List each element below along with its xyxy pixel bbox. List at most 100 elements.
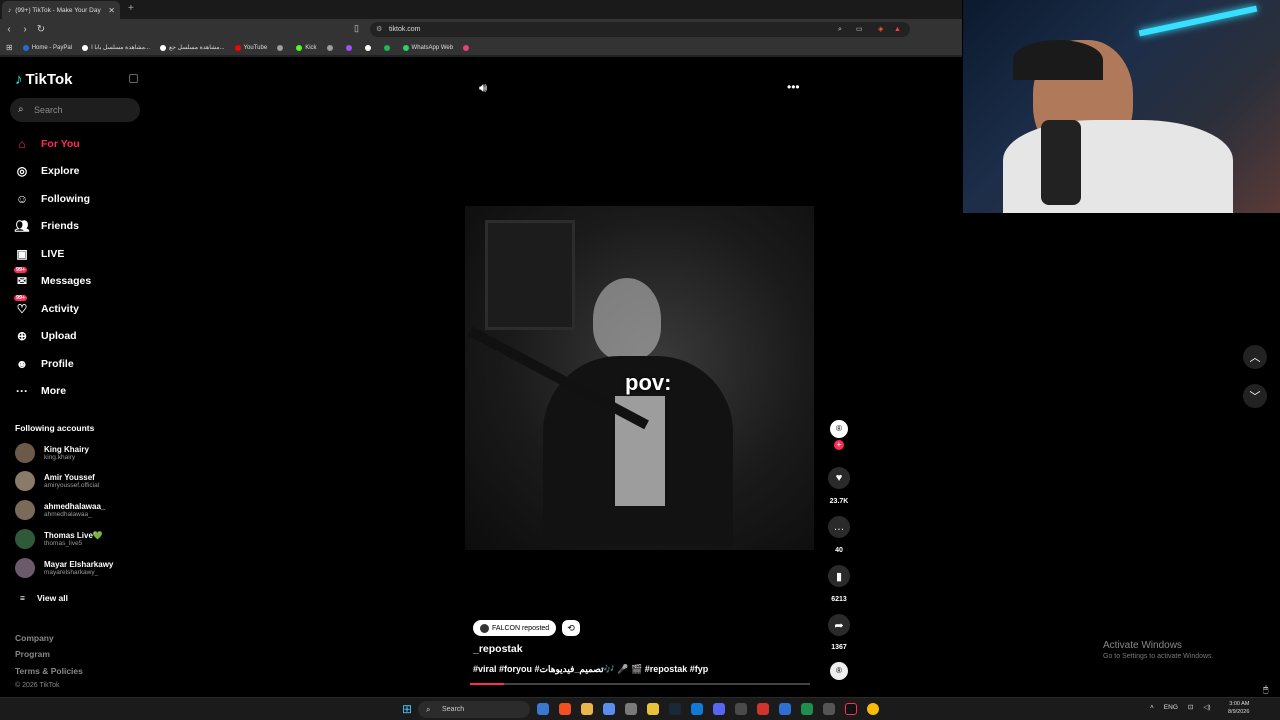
new-tab-icon[interactable]: + bbox=[128, 3, 134, 14]
music-disc-icon[interactable]: ® bbox=[830, 662, 848, 680]
nav-item-for-you[interactable]: ⌂ For You bbox=[13, 135, 79, 153]
nav-item-upload[interactable]: ⊕ Upload bbox=[13, 327, 77, 345]
bookmark-item[interactable]: YouTube bbox=[234, 44, 267, 51]
repost-chip[interactable]: FALCON reposted bbox=[473, 620, 557, 636]
account-handle: king.khairy bbox=[44, 454, 76, 461]
next-video-button[interactable]: ﹀ bbox=[1243, 384, 1267, 408]
nav-item-following[interactable]: ☺ Following bbox=[13, 190, 90, 208]
notification-badge: 99+ bbox=[14, 267, 28, 273]
bookmark-item[interactable] bbox=[345, 44, 355, 51]
following-account[interactable]: King Khairy king.khairy bbox=[15, 443, 89, 463]
speaker-icon[interactable]: ◁) bbox=[1203, 703, 1210, 711]
bookmark-item[interactable]: Home - PayPal bbox=[22, 44, 73, 51]
copilot-icon[interactable] bbox=[537, 703, 549, 715]
adobe-icon[interactable] bbox=[757, 703, 769, 715]
bookmark-item[interactable] bbox=[326, 44, 336, 51]
apps-grid-icon[interactable]: ⊞ bbox=[6, 43, 13, 52]
bookmark-save-icon: ▮ bbox=[835, 570, 843, 583]
brave-shield-icon[interactable]: ◈ bbox=[878, 22, 883, 37]
store-icon[interactable] bbox=[603, 703, 615, 715]
brave-rewards-icon[interactable]: ▲ bbox=[894, 22, 901, 37]
bookmark-item[interactable]: مشاهدة مسلسل بابا ا... bbox=[82, 44, 150, 51]
logo-text: TikTok bbox=[25, 71, 73, 88]
cast-icon[interactable]: ▭ bbox=[856, 22, 863, 37]
bookmark-label: Home - PayPal bbox=[31, 44, 73, 51]
bookmark-icon[interactable]: ▯ bbox=[354, 23, 359, 34]
collapse-sidebar-icon[interactable] bbox=[129, 74, 138, 83]
share-icon: ➦ bbox=[834, 619, 844, 632]
video-author[interactable]: _repostak bbox=[473, 643, 523, 655]
site-info-icon[interactable]: ⚙ bbox=[376, 22, 382, 37]
activate-windows-subtitle: Go to Settings to activate Windows. bbox=[1103, 653, 1214, 660]
nav-item-live[interactable]: ▣ LIVE bbox=[13, 245, 64, 263]
following-account[interactable]: Mayar Elsharkawy mayarelsharkawy_ bbox=[15, 558, 113, 578]
save-button[interactable]: ▮ bbox=[828, 565, 850, 587]
repost-icon[interactable]: ⟲ bbox=[562, 620, 580, 636]
excel-icon[interactable] bbox=[801, 703, 813, 715]
upload-icon: ⊕ bbox=[16, 329, 28, 343]
network-icon[interactable]: ⊡ bbox=[1188, 703, 1193, 711]
bookmark-item[interactable] bbox=[383, 44, 393, 51]
zoom-icon[interactable]: ⌕ bbox=[838, 22, 842, 37]
discord-icon[interactable] bbox=[713, 703, 725, 715]
chrome-icon[interactable] bbox=[867, 703, 879, 715]
video-progress-bar[interactable] bbox=[470, 683, 810, 685]
following-account[interactable]: Thomas Live💚 thomas_live5 bbox=[15, 529, 103, 549]
app-icon[interactable] bbox=[647, 703, 659, 715]
clock-date: 8/9/2026 bbox=[1228, 709, 1250, 715]
nav-label: More bbox=[41, 385, 67, 397]
comment-button[interactable]: … bbox=[828, 516, 850, 538]
file-explorer-icon[interactable] bbox=[581, 703, 593, 715]
bookmark-favicon-icon bbox=[160, 44, 167, 51]
more-options-icon[interactable]: ••• bbox=[787, 80, 800, 94]
close-tab-icon[interactable]: ✕ bbox=[108, 6, 115, 15]
share-button[interactable]: ➦ bbox=[828, 614, 850, 636]
like-button[interactable]: ♥ bbox=[828, 467, 850, 489]
bookmark-favicon-icon bbox=[402, 44, 409, 51]
word-icon[interactable] bbox=[779, 703, 791, 715]
bookmark-favicon-icon bbox=[364, 44, 371, 51]
bookmark-item[interactable] bbox=[463, 44, 472, 51]
volume-icon[interactable]: 🔊︎ bbox=[479, 80, 487, 96]
steam-icon[interactable] bbox=[669, 703, 681, 715]
view-all-button[interactable]: ≡ View all bbox=[20, 593, 68, 603]
terminal-icon[interactable] bbox=[823, 703, 835, 715]
forward-icon[interactable]: › bbox=[18, 24, 32, 35]
windows-start-icon[interactable]: ⊞ bbox=[402, 702, 412, 716]
follow-plus-icon[interactable]: + bbox=[834, 440, 844, 450]
taskbar-search[interactable]: ⌕ Search bbox=[418, 701, 530, 718]
language-indicator[interactable]: ENG bbox=[1164, 704, 1178, 711]
bookmark-item[interactable]: Kick bbox=[296, 44, 317, 51]
browser-tab[interactable]: ♪ (99+) TikTok - Make Your Day ✕ bbox=[2, 1, 120, 19]
footer-link[interactable]: Terms & Policies bbox=[15, 666, 83, 676]
nav-item-explore[interactable]: ◎ Explore bbox=[13, 162, 80, 180]
following-account[interactable]: Amir Youssef amiryoussef.official bbox=[15, 471, 99, 491]
back-icon[interactable]: ‹ bbox=[2, 24, 16, 35]
tiktok-taskbar-icon[interactable] bbox=[845, 703, 857, 715]
reload-icon[interactable]: ↻ bbox=[34, 24, 48, 35]
footer-link[interactable]: Program bbox=[15, 649, 50, 659]
nav-item-messages[interactable]: ✉ 99+ Messages bbox=[13, 267, 91, 290]
edge-icon[interactable] bbox=[691, 703, 703, 715]
tiktok-logo[interactable]: ♪ TikTok bbox=[15, 71, 72, 88]
video-person-head bbox=[593, 278, 661, 360]
nav-item-friends[interactable]: 👥︎ Friends bbox=[13, 217, 79, 235]
bookmark-item[interactable] bbox=[277, 44, 286, 51]
creator-avatar[interactable]: ® bbox=[830, 420, 848, 438]
nav-item-profile[interactable]: ☻ Profile bbox=[13, 355, 74, 373]
previous-video-button[interactable]: ︿ bbox=[1243, 345, 1267, 369]
bookmark-item[interactable]: WhatsApp Web bbox=[402, 44, 453, 51]
brave-icon[interactable] bbox=[559, 703, 571, 715]
nav-item-more[interactable]: ··· More bbox=[13, 382, 66, 400]
settings-icon[interactable] bbox=[625, 703, 637, 715]
bookmark-item[interactable] bbox=[364, 44, 374, 51]
following-account[interactable]: ahmedhalawaa_ ahmedhalawaa_ bbox=[15, 500, 105, 520]
taskbar-clock[interactable]: 3:00 AM 8/9/2026 bbox=[1228, 700, 1249, 716]
address-bar[interactable]: ⚙ tiktok.com ⌕ ▭ ◈ ▲ bbox=[370, 22, 910, 37]
footer-link[interactable]: Company bbox=[15, 633, 54, 643]
nav-item-activity[interactable]: ♡ 99+ Activity bbox=[13, 295, 79, 318]
bookmark-item[interactable]: مشاهدة مسلسل جع... bbox=[160, 44, 225, 51]
tray-chevron-icon[interactable]: ˄ bbox=[1150, 704, 1154, 711]
search-input[interactable]: ⌕ Search bbox=[10, 98, 140, 122]
app-grid-icon[interactable] bbox=[735, 703, 747, 715]
